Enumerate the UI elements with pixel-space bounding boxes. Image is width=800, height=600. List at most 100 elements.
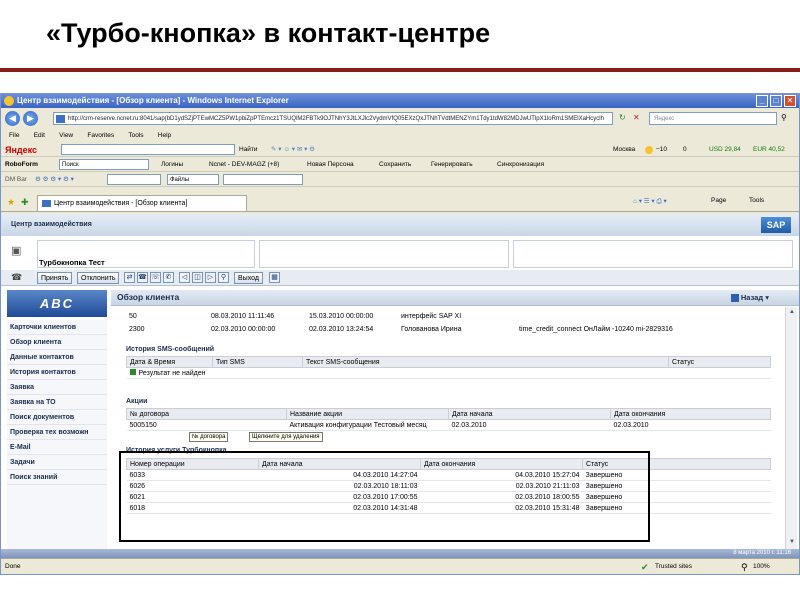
- search-input[interactable]: Яндекс: [649, 112, 777, 125]
- tab-page-icon: [42, 200, 51, 207]
- sidebar-item-doc-search[interactable]: Поиск документов: [7, 410, 107, 425]
- menu-file[interactable]: File: [9, 132, 19, 139]
- dmbar-logo[interactable]: DM Bar: [5, 176, 27, 183]
- sidebar-item-email[interactable]: E-Mail: [7, 440, 107, 455]
- logins-button[interactable]: Логины: [161, 161, 183, 168]
- zoom-level[interactable]: 100%: [753, 563, 770, 570]
- sync-button[interactable]: Синхронизация: [497, 161, 544, 168]
- menu-edit[interactable]: Edit: [34, 132, 45, 139]
- menu-help[interactable]: Help: [158, 132, 171, 139]
- maximize-button[interactable]: □: [770, 95, 782, 107]
- sidebar-item-tech-check[interactable]: Проверка тех возможн: [7, 425, 107, 440]
- close-button[interactable]: ✕: [784, 95, 796, 107]
- menu-tools[interactable]: Tools: [128, 132, 143, 139]
- prev-icon[interactable]: ◁: [179, 272, 190, 283]
- actions-col-end[interactable]: Дата окончания: [610, 408, 771, 420]
- tab-label: Центр взаимодействия - [Обзор клиента]: [54, 200, 188, 207]
- scroll-up-icon[interactable]: ▲: [787, 307, 797, 317]
- transfer-icon[interactable]: ⇄: [124, 272, 135, 283]
- vertical-scrollbar[interactable]: ▲ ▼: [785, 307, 797, 549]
- sidebar: Карточки клиентов Обзор клиента Данные к…: [7, 320, 107, 549]
- roboform-logo[interactable]: RoboForm: [5, 161, 38, 168]
- sidebar-item-overview[interactable]: Обзор клиента: [7, 335, 107, 350]
- hold-icon[interactable]: ☎: [137, 272, 148, 283]
- forward-icon[interactable]: ▶: [23, 111, 38, 126]
- info-icon: [129, 369, 136, 375]
- tab-active[interactable]: Центр взаимодействия - [Обзор клиента]: [37, 195, 247, 211]
- usd-rate[interactable]: USD 29,84: [709, 146, 741, 153]
- weather-city[interactable]: Москва: [613, 146, 635, 153]
- tools-menu[interactable]: Tools: [749, 197, 764, 204]
- roboform-search-input[interactable]: Поиск: [59, 159, 149, 170]
- menu-favorites[interactable]: Favorites: [87, 132, 114, 139]
- favorites-icon[interactable]: ★: [7, 197, 15, 208]
- stop-icon[interactable]: ✕: [633, 113, 640, 122]
- next-icon[interactable]: ▷: [205, 272, 216, 283]
- dial-icon[interactable]: ✆: [163, 272, 174, 283]
- actions-col-start[interactable]: Дата начала: [448, 408, 611, 420]
- phone-icon[interactable]: ☎: [11, 272, 22, 283]
- sidebar-item-knowledge[interactable]: Поиск знаний: [7, 470, 107, 485]
- sidebar-item-request[interactable]: Заявка: [7, 380, 107, 395]
- page-menu[interactable]: Page: [711, 197, 726, 204]
- dmbar-select[interactable]: [223, 174, 303, 185]
- sidebar-item-service-request[interactable]: Заявка на ТО: [7, 395, 107, 410]
- back-link[interactable]: Назад ▾: [730, 293, 769, 303]
- actions-col-name[interactable]: Название акции: [286, 408, 449, 420]
- new-person-button[interactable]: Новая Персона: [307, 161, 354, 168]
- refresh-icon[interactable]: ↻: [619, 113, 626, 122]
- back-icon[interactable]: ◀: [5, 111, 20, 126]
- actions-col-contract[interactable]: № договора: [126, 408, 287, 420]
- actions-table: № договора Название акции Дата начала Да…: [126, 408, 771, 431]
- ncnet-button[interactable]: Ncnet - DEV-MAGZ (+8): [209, 161, 279, 168]
- yandex-logo[interactable]: Яндекс: [5, 145, 37, 155]
- sms-col-type[interactable]: Тип SMS: [212, 356, 303, 368]
- sms-col-datetime[interactable]: Дата & Время: [126, 356, 213, 368]
- dmbar-icons[interactable]: ⚙ ⚙ ⚙ ▾ ⚙ ▾: [35, 175, 74, 183]
- sidebar-item-cards[interactable]: Карточки клиентов: [7, 320, 107, 335]
- sidebar-item-contact-history[interactable]: История контактов: [7, 365, 107, 380]
- sidebar-item-contact-data[interactable]: Данные контактов: [7, 350, 107, 365]
- accept-button[interactable]: Принять: [37, 272, 73, 284]
- tooltip-hint: Щелкните для удаления: [249, 432, 323, 442]
- toolbar-icons[interactable]: ✎ ▾ ☺ ▾ ✉ ▾ ⚙: [271, 145, 315, 153]
- generate-button[interactable]: Генерировать: [431, 161, 473, 168]
- sidebar-item-tasks[interactable]: Задачи: [7, 455, 107, 470]
- trusted-icon: ✔: [641, 562, 649, 572]
- yandex-search-input[interactable]: [61, 144, 235, 155]
- yandex-toolbar: Яндекс Найти ✎ ▾ ☺ ▾ ✉ ▾ ⚙ Москва −10 0 …: [1, 143, 799, 157]
- sms-empty-row: Результат не найден: [126, 367, 771, 379]
- add-favorite-icon[interactable]: ✚: [21, 197, 29, 208]
- reject-button[interactable]: Отклонить: [77, 272, 120, 284]
- top-row-desc: time_credit_connect ОнЛайм -10240 mi-282…: [519, 326, 673, 333]
- company-logo: ABC: [7, 290, 107, 317]
- url-input[interactable]: http://crm-reserve.ncnet.ru:8041/sap(bD1…: [53, 112, 613, 125]
- search-icon[interactable]: ⚲: [781, 113, 787, 122]
- sms-col-status[interactable]: Статус: [668, 356, 771, 368]
- save-button[interactable]: Сохранить: [379, 161, 411, 168]
- grid-icon[interactable]: ▦: [269, 272, 280, 283]
- weather-temp[interactable]: −10: [656, 146, 667, 153]
- table-row[interactable]: 5005150 Активация конфигурации Тестовый …: [126, 419, 771, 431]
- window-title: Центр взаимодействия - [Обзор клиента] -…: [17, 96, 289, 105]
- menu-view[interactable]: View: [59, 132, 73, 139]
- customer-icon[interactable]: ▣: [11, 244, 21, 257]
- exit-button[interactable]: Выход: [234, 272, 263, 284]
- mail-count[interactable]: 0: [683, 146, 687, 153]
- zone-text[interactable]: Trusted sites: [655, 563, 692, 570]
- home-icon[interactable]: ⌂ ▾ ☰ ▾ ⎙ ▾: [633, 197, 667, 206]
- conference-icon[interactable]: ☏: [150, 272, 161, 283]
- actions-cell-start: 02.03.2010: [448, 419, 611, 431]
- eur-rate[interactable]: EUR 40,52: [753, 146, 785, 153]
- search-icon-small[interactable]: ⚲: [218, 272, 229, 283]
- sms-col-text[interactable]: Текст SMS-сообщения: [302, 356, 669, 368]
- main-title: Обзор клиента: [117, 292, 180, 302]
- window-titlebar[interactable]: Центр взаимодействия - [Обзор клиента] -…: [1, 94, 799, 108]
- scroll-down-icon[interactable]: ▼: [787, 537, 797, 547]
- pause-icon[interactable]: ◫: [192, 272, 203, 283]
- title-rule: [0, 68, 800, 72]
- find-button[interactable]: Найти: [239, 146, 258, 153]
- minimize-button[interactable]: _: [756, 95, 768, 107]
- dmbar-input[interactable]: [107, 174, 161, 185]
- files-select[interactable]: Файлы: [167, 174, 219, 185]
